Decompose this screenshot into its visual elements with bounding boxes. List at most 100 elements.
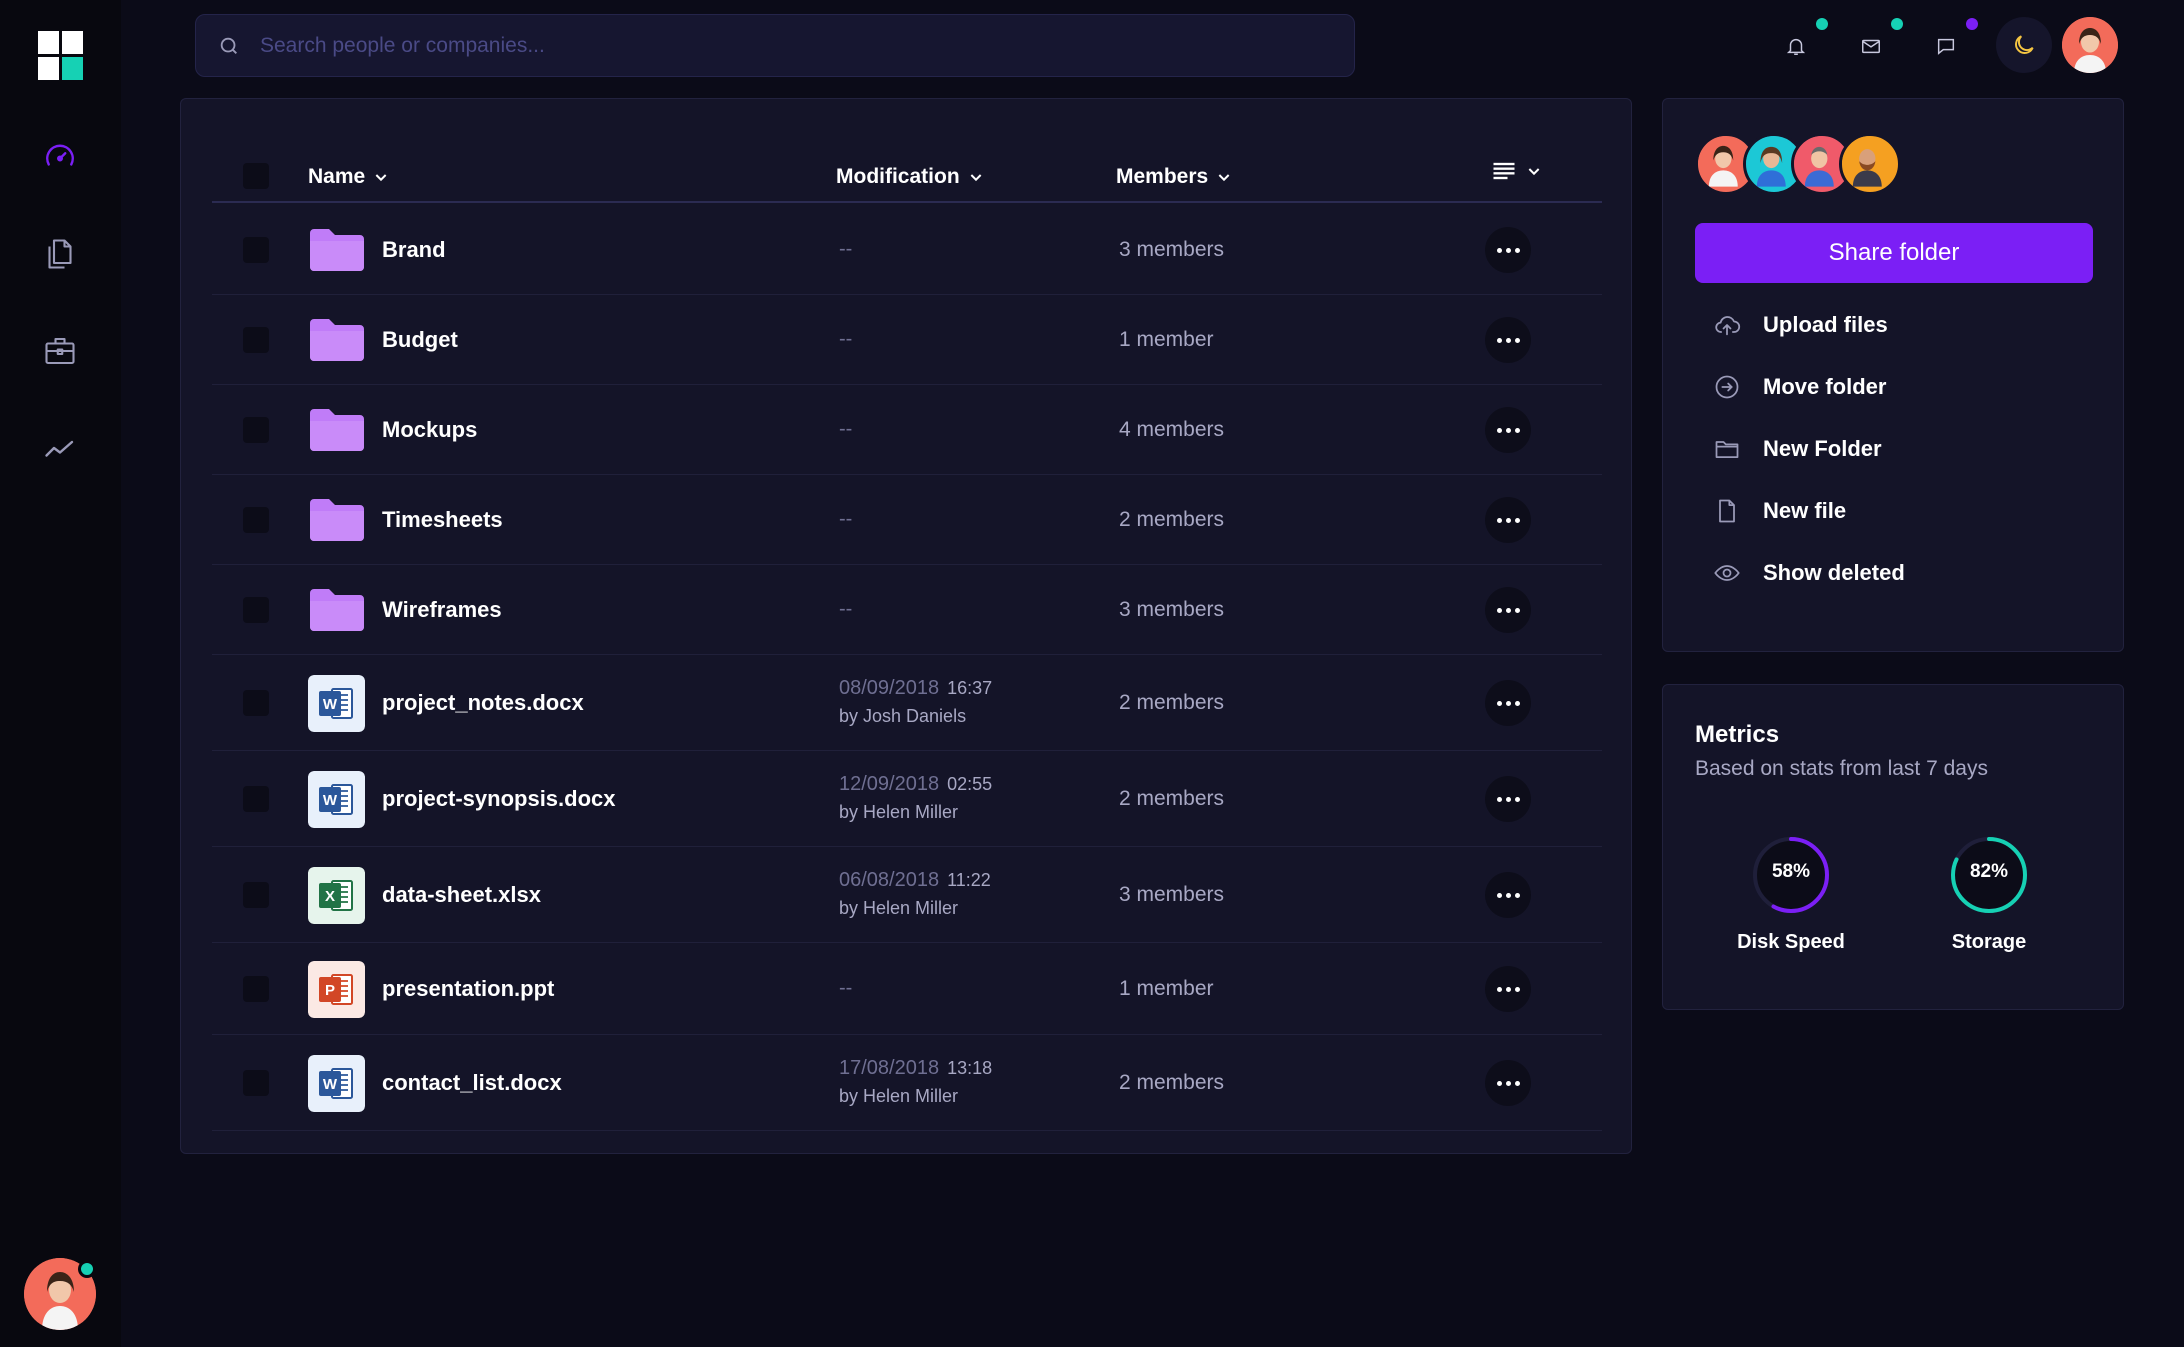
row-checkbox[interactable] <box>243 327 269 353</box>
files-table: Name Modification Members Brand -- 3 mem… <box>180 98 1632 1154</box>
arrow-circle-right-icon <box>1715 375 1739 399</box>
gauge-ring: 58% <box>1751 835 1831 915</box>
show-deleted-action[interactable]: Show deleted <box>1713 559 1905 587</box>
metrics-title: Metrics <box>1695 721 1780 748</box>
folder-icon <box>310 409 364 451</box>
row-checkbox[interactable] <box>243 976 269 1002</box>
file-name[interactable]: Wireframes <box>382 597 502 623</box>
modification-empty: -- <box>839 418 853 440</box>
action-label: New file <box>1763 498 1847 523</box>
row-checkbox[interactable] <box>243 786 269 812</box>
chat-icon[interactable] <box>1928 28 1964 64</box>
more-options-button[interactable] <box>1485 587 1531 633</box>
file-name[interactable]: contact_list.docx <box>382 1070 562 1096</box>
modification-time: 11:22 <box>947 870 991 890</box>
upload-files-action[interactable]: Upload files <box>1713 311 1888 339</box>
row-checkbox[interactable] <box>243 1070 269 1096</box>
table-row[interactable]: Mockups -- 4 members <box>212 385 1602 475</box>
row-checkbox[interactable] <box>243 237 269 263</box>
header-user-avatar[interactable] <box>2062 17 2118 73</box>
more-options-button[interactable] <box>1485 497 1531 543</box>
column-label-members: Members <box>1116 165 1209 188</box>
member-avatar[interactable] <box>1839 133 1901 195</box>
file-name[interactable]: data-sheet.xlsx <box>382 882 541 908</box>
file-name[interactable]: Mockups <box>382 417 477 443</box>
file-name[interactable]: Timesheets <box>382 507 503 533</box>
column-label-name: Name <box>308 165 366 188</box>
view-options-button[interactable] <box>1490 157 1542 185</box>
theme-toggle-button[interactable] <box>1996 17 2052 73</box>
column-header-members[interactable]: Members <box>1116 165 1232 189</box>
file-name[interactable]: project-synopsis.docx <box>382 786 616 812</box>
members-count: 2 members <box>1119 508 1225 531</box>
briefcase-icon[interactable] <box>40 331 80 371</box>
row-checkbox[interactable] <box>243 507 269 533</box>
more-options-button[interactable] <box>1485 680 1531 726</box>
column-header-name[interactable]: Name <box>308 165 389 189</box>
column-label-modification: Modification <box>836 165 960 188</box>
modification-date: 12/09/2018 <box>839 773 940 795</box>
search-bar[interactable] <box>195 14 1355 77</box>
mail-icon[interactable] <box>1853 28 1889 64</box>
row-checkbox[interactable] <box>243 690 269 716</box>
more-options-button[interactable] <box>1485 776 1531 822</box>
powerpoint-presentation-icon: P <box>308 961 365 1018</box>
modification-time: 16:37 <box>947 678 993 698</box>
share-folder-button[interactable]: Share folder <box>1695 223 2093 283</box>
members-count: 2 members <box>1119 787 1225 810</box>
gauge-label: Storage <box>1951 931 2027 953</box>
move-folder-action[interactable]: Move folder <box>1713 373 1886 401</box>
documents-icon[interactable] <box>40 234 80 274</box>
modification-empty: -- <box>839 328 853 350</box>
table-row[interactable]: X data-sheet.xlsx 06/08/2018 11:22 by Hel… <box>212 847 1602 943</box>
column-header-modification[interactable]: Modification <box>836 165 984 189</box>
row-checkbox[interactable] <box>243 882 269 908</box>
more-options-button[interactable] <box>1485 317 1531 363</box>
folder-icon <box>310 589 364 631</box>
modification-date: 06/08/2018 <box>839 869 940 891</box>
table-row[interactable]: Budget -- 1 member <box>212 295 1602 385</box>
new-file-action[interactable]: New file <box>1713 497 1846 525</box>
table-row[interactable]: W project_notes.docx 08/09/2018 16:37 by … <box>212 655 1602 751</box>
moon-icon <box>2015 35 2034 54</box>
online-status-dot <box>78 1260 96 1278</box>
members-count: 2 members <box>1119 691 1225 714</box>
table-row[interactable]: Timesheets -- 2 members <box>212 475 1602 565</box>
action-label: Upload files <box>1763 312 1888 337</box>
new-folder-action[interactable]: New Folder <box>1713 435 1882 463</box>
svg-text:X: X <box>325 888 335 905</box>
app-logo[interactable] <box>38 31 83 80</box>
svg-text:W: W <box>323 696 338 713</box>
more-options-button[interactable] <box>1485 227 1531 273</box>
file-name[interactable]: Budget <box>382 327 458 353</box>
select-all-checkbox[interactable] <box>243 163 269 189</box>
action-label: New Folder <box>1763 436 1882 461</box>
more-options-button[interactable] <box>1485 872 1531 918</box>
table-row[interactable]: W contact_list.docx 17/08/2018 13:18 by H… <box>212 1035 1602 1131</box>
table-row[interactable]: Brand -- 3 members <box>212 205 1602 295</box>
dashboard-gauge-icon[interactable] <box>40 137 80 177</box>
chevron-down-icon <box>1218 174 1230 182</box>
modification-info: 17/08/2018 13:18 by Helen Miller <box>839 1057 992 1107</box>
more-options-button[interactable] <box>1485 407 1531 453</box>
modified-by: by Helen Miller <box>839 1086 959 1106</box>
more-options-button[interactable] <box>1485 966 1531 1012</box>
modification-info: 06/08/2018 11:22 by Helen Miller <box>839 869 991 919</box>
table-header: Name Modification Members <box>212 139 1602 203</box>
modification-date: 08/09/2018 <box>839 677 940 699</box>
notifications-bell-icon[interactable] <box>1778 28 1814 64</box>
search-input[interactable] <box>260 33 1260 58</box>
file-icon <box>1719 499 1735 523</box>
more-options-button[interactable] <box>1485 1060 1531 1106</box>
analytics-trend-icon[interactable] <box>40 428 80 468</box>
notification-dot <box>1816 18 1828 30</box>
table-row[interactable]: P presentation.ppt -- 1 member <box>212 943 1602 1035</box>
metrics-panel: Metrics Based on stats from last 7 days … <box>1662 684 2124 1010</box>
row-checkbox[interactable] <box>243 597 269 623</box>
table-row[interactable]: W project-synopsis.docx 12/09/2018 02:55 … <box>212 751 1602 847</box>
table-row[interactable]: Wireframes -- 3 members <box>212 565 1602 655</box>
file-name[interactable]: Brand <box>382 237 446 263</box>
file-name[interactable]: presentation.ppt <box>382 976 554 1002</box>
row-checkbox[interactable] <box>243 417 269 443</box>
file-name[interactable]: project_notes.docx <box>382 690 584 716</box>
